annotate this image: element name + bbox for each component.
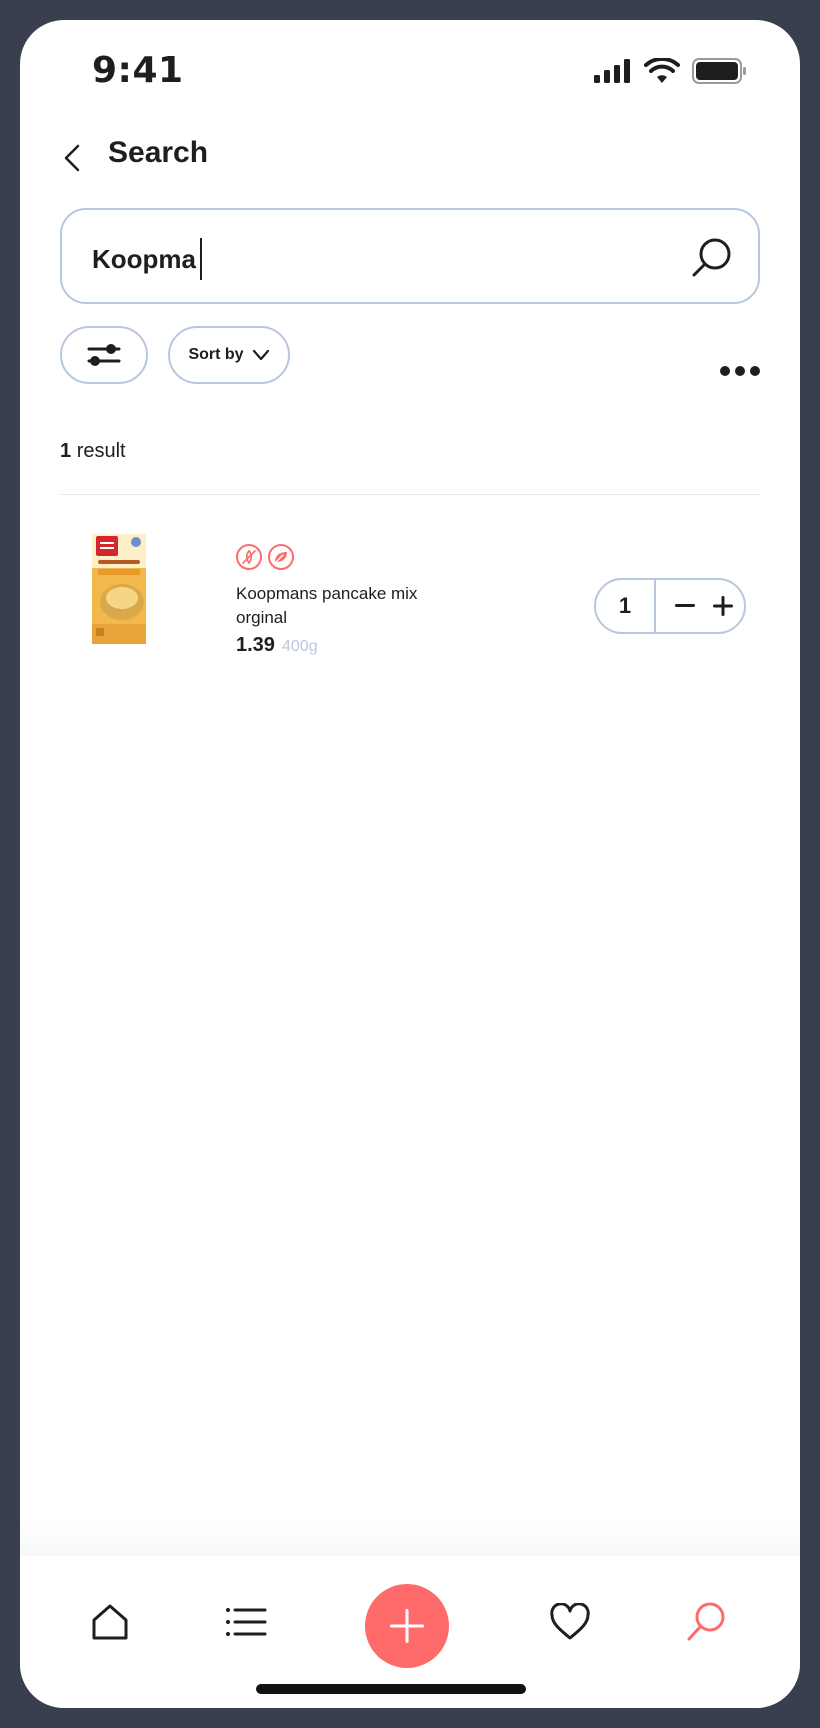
search-query-text: Koopma: [92, 244, 196, 274]
battery-icon: [692, 58, 746, 84]
more-options-button[interactable]: [720, 366, 760, 376]
product-weight: 400g: [282, 638, 318, 655]
search-input-value: Koopma: [92, 238, 202, 280]
product-name: Koopmans pancake mix orginal: [236, 584, 418, 627]
home-indicator: [256, 1684, 526, 1694]
plus-icon: [713, 596, 733, 616]
add-icon: [390, 1609, 424, 1643]
gluten-free-icon: [236, 544, 262, 570]
product-badges: [236, 544, 294, 570]
decrease-quantity-button[interactable]: [670, 588, 700, 624]
quantity-stepper[interactable]: 1: [594, 578, 746, 634]
search-icon: [687, 1602, 725, 1641]
chevron-down-icon: [252, 349, 269, 361]
list-item[interactable]: Koopmans pancake mix orginal 1.39 400g 1: [60, 530, 760, 658]
list-icon: [226, 1608, 267, 1636]
increase-quantity-button[interactable]: [708, 588, 738, 624]
filter-button[interactable]: [60, 326, 148, 384]
result-count-number: 1: [60, 440, 72, 462]
more-dot-icon: [750, 366, 760, 376]
filter-sliders-icon: [87, 344, 121, 366]
bottom-fade: [20, 1520, 800, 1556]
nav-favorites[interactable]: [546, 1598, 594, 1646]
app-screen: 9:41 Search Koopma Sort by 1 result Koop…: [20, 20, 800, 1708]
home-icon: [92, 1604, 128, 1640]
vegan-leaf-icon: [268, 544, 294, 570]
minus-icon: [675, 604, 695, 607]
heart-icon: [550, 1603, 590, 1640]
product-price: 1.39: [236, 634, 275, 656]
divider: [60, 494, 760, 495]
status-icons: [594, 58, 748, 84]
nav-search[interactable]: [682, 1598, 730, 1646]
search-icon: [692, 238, 731, 277]
search-submit-button[interactable]: [690, 236, 734, 280]
quantity-value[interactable]: 1: [596, 580, 654, 632]
signal-icon: [594, 59, 630, 83]
stepper-divider: [654, 580, 656, 632]
search-input[interactable]: Koopma: [60, 208, 760, 304]
nav-list[interactable]: [222, 1598, 270, 1646]
nav-home[interactable]: [86, 1598, 134, 1646]
add-button[interactable]: [365, 1584, 449, 1668]
sort-label: Sort by: [188, 346, 244, 363]
page-title: Search: [108, 136, 209, 169]
text-caret: [200, 238, 202, 280]
product-image: [92, 534, 146, 644]
device-frame: 9:41 Search Koopma Sort by 1 result Koop…: [0, 0, 820, 1728]
more-dot-icon: [720, 366, 730, 376]
more-dot-icon: [735, 366, 745, 376]
chevron-left-icon: [64, 144, 80, 172]
status-time: 9:41: [92, 50, 184, 91]
sort-button[interactable]: Sort by: [168, 326, 290, 384]
result-count: 1 result: [60, 440, 126, 463]
result-count-label: result: [76, 440, 126, 462]
wifi-icon: [644, 58, 680, 83]
back-button[interactable]: [52, 138, 92, 178]
